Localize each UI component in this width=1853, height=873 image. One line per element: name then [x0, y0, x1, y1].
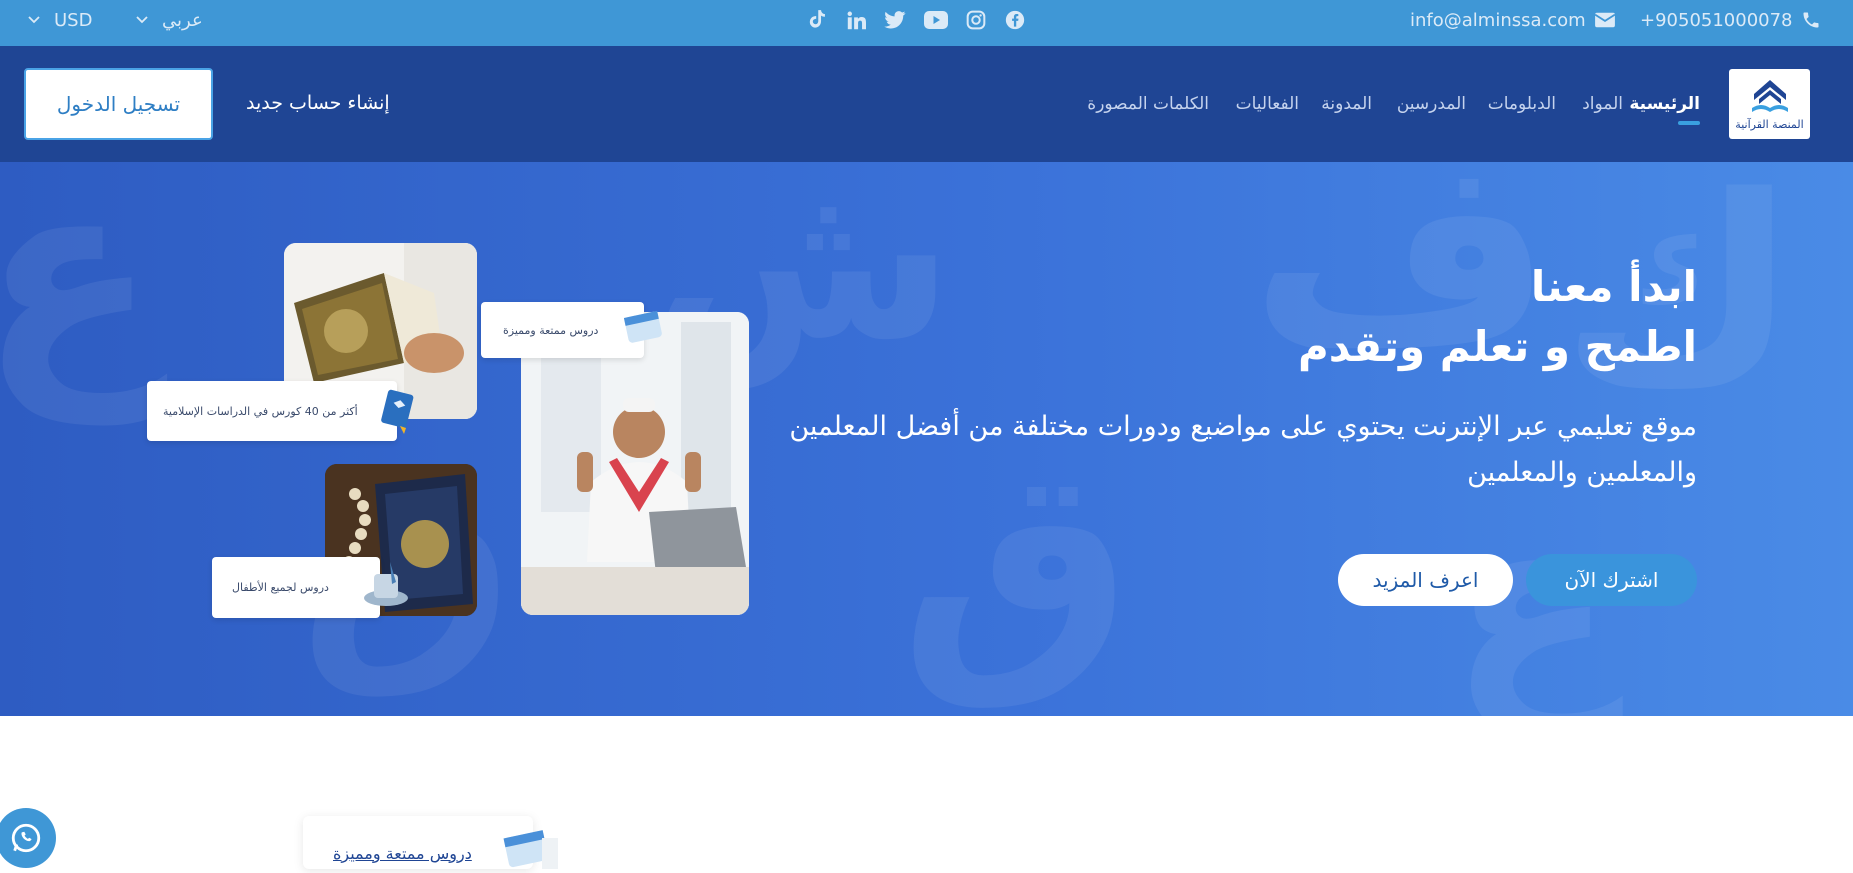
calendar-icon — [623, 308, 664, 344]
facebook-icon[interactable] — [1005, 0, 1025, 40]
youtube-icon[interactable] — [924, 0, 948, 40]
kids-card-text: دروس لجميع الأطفال — [232, 581, 329, 594]
instagram-icon[interactable] — [966, 0, 986, 40]
hero-title-line-1: ابدأ معنا — [1530, 262, 1697, 311]
kids-card: دروس لجميع الأطفال — [212, 557, 380, 618]
email-address: info@alminssa.com — [1410, 9, 1586, 31]
chevron-down-icon — [28, 16, 40, 24]
main-navbar: المنصة القرآنية الرئيسية المواد الدبلوما… — [0, 46, 1853, 162]
hero-description: موقع تعليمي عبر الإنترنت يحتوي على مواضي… — [789, 411, 1697, 488]
courses-card-text: أكثر من 40 كورس في الدراسات الإسلامية — [163, 404, 358, 418]
hero-title: ابدأ معنا اطمح و تعلم وتقدم — [1298, 257, 1697, 377]
nav-item-events[interactable]: الفعاليات — [1236, 94, 1299, 114]
nav-item-diplomas[interactable]: الدبلومات — [1488, 94, 1556, 114]
logo-icon — [1751, 79, 1788, 112]
currency-label: USD — [54, 9, 93, 31]
chevron-down-icon — [136, 16, 148, 24]
hero-section: ع ق ش ق ف ك ع ابدأ معنا اطمح و تعلم وتقد… — [0, 162, 1853, 716]
hero-title-line-2: اطمح و تعلم وتقدم — [1297, 322, 1697, 371]
email-contact[interactable]: info@alminssa.com — [1410, 0, 1616, 40]
phone-number: +905051000078 — [1640, 9, 1793, 31]
phone-icon — [1803, 12, 1819, 28]
nav-item-photo-words[interactable]: الكلمات المصورة — [1087, 94, 1209, 114]
twitter-icon[interactable] — [884, 0, 906, 40]
logo-text: المنصة القرآنية — [1735, 117, 1804, 131]
courses-card: أكثر من 40 كورس في الدراسات الإسلامية — [147, 381, 397, 441]
top-bar: +905051000078 info@alminssa.com عربي USD — [0, 0, 1853, 46]
ink-pot-icon — [360, 562, 412, 608]
nav-item-home[interactable]: الرئيسية — [1629, 94, 1700, 114]
nav-item-blog[interactable]: المدونة — [1321, 94, 1372, 114]
nav-active-indicator — [1678, 121, 1700, 125]
login-button[interactable]: تسجيل الدخول — [24, 68, 213, 140]
language-selector[interactable]: عربي — [136, 0, 203, 40]
lessons-card-text: دروس ممتعة ومميزة — [503, 323, 599, 337]
book-icon — [378, 388, 418, 434]
tiktok-icon[interactable] — [808, 0, 826, 40]
whatsapp-button[interactable] — [0, 808, 56, 868]
linkedin-icon[interactable] — [847, 0, 866, 40]
lessons-card: دروس ممتعة ومميزة — [481, 302, 644, 358]
nav-item-teachers[interactable]: المدرسين — [1397, 94, 1466, 114]
phone-contact[interactable]: +905051000078 — [1640, 0, 1821, 40]
envelope-icon — [1594, 12, 1616, 28]
background-pattern: ع — [0, 162, 158, 424]
site-logo[interactable]: المنصة القرآنية — [1729, 69, 1810, 139]
language-label: عربي — [162, 9, 203, 31]
currency-selector[interactable]: USD — [28, 0, 92, 40]
calendar-icon — [502, 826, 558, 869]
whatsapp-icon — [11, 823, 41, 853]
nav-item-subjects[interactable]: المواد — [1582, 94, 1623, 114]
lessons-link[interactable]: دروس ممتعة ومميزة — [333, 844, 472, 863]
signup-link[interactable]: إنشاء حساب جديد — [246, 92, 390, 114]
learn-more-button[interactable]: اعرف المزيد — [1338, 554, 1513, 606]
subscribe-button[interactable]: اشترك الآن — [1526, 554, 1697, 606]
